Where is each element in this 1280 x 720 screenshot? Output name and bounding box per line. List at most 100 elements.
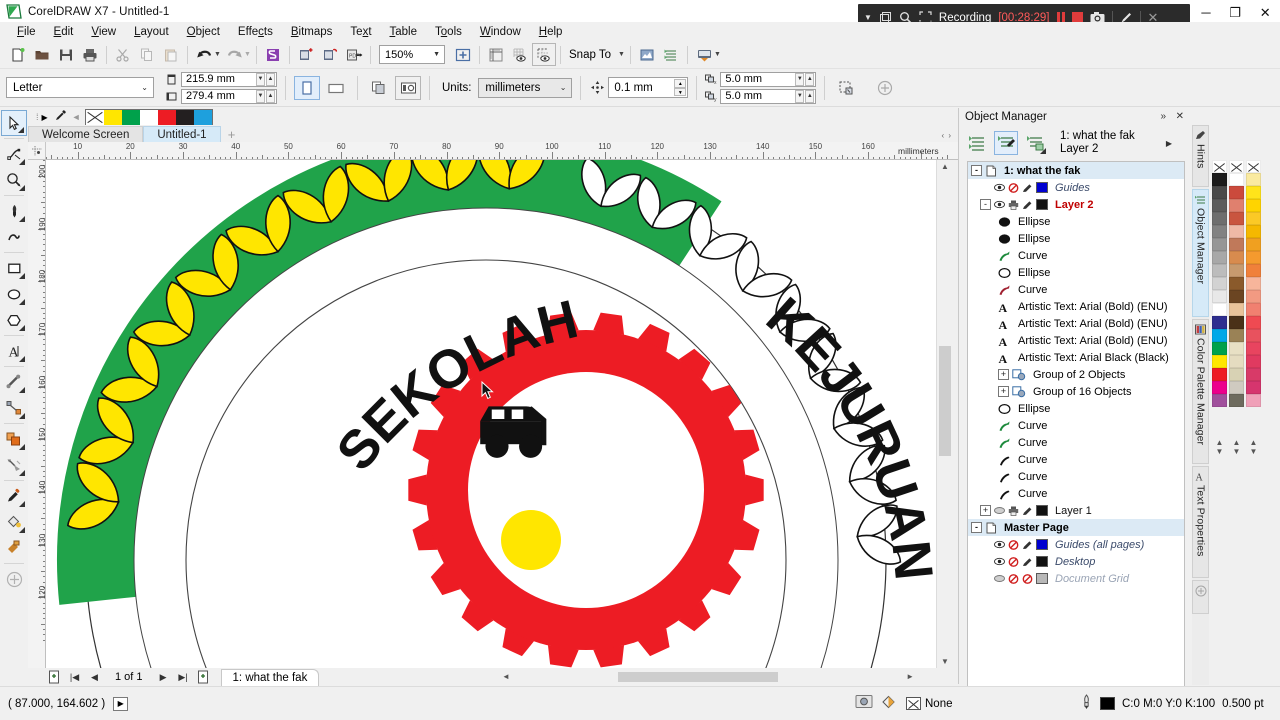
document-tab-untitled-1[interactable]: Untitled-1 [143,126,221,142]
palette-swatch[interactable] [1246,277,1261,290]
paper-type-combo[interactable]: Letter ⌄ [6,77,154,98]
chevron-right-icon[interactable]: ▶ [1166,139,1172,148]
color-palette-column-1[interactable] [1212,160,1227,407]
canvas-vscroll-thumb[interactable] [939,346,951,456]
last-page-icon[interactable]: ▶| [175,670,192,685]
palette-swatch[interactable] [1212,199,1227,212]
play-icon[interactable]: ▶ [113,696,129,711]
palette-swatch[interactable] [1229,251,1244,264]
visibility-toggle-icon[interactable] [994,506,1005,515]
expander-toggle[interactable]: - [971,522,982,533]
quick-swatch-1[interactable] [103,109,122,125]
drawing-canvas[interactable]: SEKOLAH KEJURUAN MENENGAH NEGERI 2 [46,160,944,668]
palette-swatch[interactable] [1212,316,1227,329]
object-manager-row[interactable]: Desktop [968,553,1184,570]
close-icon[interactable]: ✕ [1176,111,1184,122]
palette-swatch[interactable] [1246,316,1261,329]
scroll-left-icon[interactable]: ◄ [502,672,510,681]
printable-toggle-icon[interactable] [1008,506,1019,516]
redo-dropdown-icon[interactable]: ▼ [243,51,252,58]
palette-swatch[interactable] [1229,186,1244,199]
palette-swatch[interactable] [1229,381,1244,394]
nudge-spinners[interactable]: ▲ ▼ [674,79,687,96]
layer-color-swatch[interactable] [1036,182,1048,193]
outline-pen-icon[interactable] [1080,694,1093,713]
transparency-tool[interactable] [1,452,27,478]
open-folder-icon[interactable] [30,43,54,66]
new-master-layer-icon[interactable] [1023,131,1047,155]
next-page-icon[interactable]: ▶ [155,670,172,685]
minimize-button[interactable]: ─ [1201,6,1210,19]
menu-bitmaps[interactable]: Bitmaps [282,24,342,40]
ellipse-tool[interactable] [1,281,27,307]
docker-tab-text-properties[interactable]: A Text Properties [1192,466,1209,578]
palette-swatch[interactable] [1212,290,1227,303]
close-button[interactable]: ✕ [1260,6,1271,19]
object-manager-row[interactable]: Ellipse [968,400,1184,417]
object-manager-tree[interactable]: - 1: what the fak Guides - Layer 2 Ellipse Ell… [967,161,1185,720]
palette-swatch[interactable] [1212,186,1227,199]
quick-swatch-4[interactable] [157,109,176,125]
layer-color-swatch[interactable] [1036,505,1048,516]
scissors-icon[interactable] [111,43,135,66]
freehand-tool[interactable] [1,198,27,224]
quick-swatch-3[interactable] [139,109,158,125]
palette-swatch[interactable] [1229,238,1244,251]
fill-tool[interactable] [1,509,27,535]
palette-swatch[interactable] [1229,160,1244,173]
object-manager-row[interactable]: Curve [968,468,1184,485]
page-width-input[interactable]: 215.9 mm ▼ ▲ [181,71,277,87]
layer-color-swatch[interactable] [1036,199,1048,210]
printable-toggle-icon[interactable] [1008,573,1019,584]
object-manager-row[interactable]: Curve [968,485,1184,502]
chevron-down-icon[interactable]: ▼ [617,51,626,58]
object-manager-row[interactable]: Curve [968,281,1184,298]
canvas-vertical-scrollbar[interactable]: ▲ ▼ [936,160,952,668]
menu-window[interactable]: Window [471,24,530,40]
quick-swatch-6[interactable] [193,109,212,125]
docker-tab-add[interactable] [1192,580,1209,614]
editable-toggle-icon[interactable] [1022,557,1033,567]
menu-view[interactable]: View [82,24,125,40]
palette-swatch[interactable] [1229,394,1244,407]
object-manager-row[interactable]: - 1: what the fak [968,162,1184,179]
eyedropper-icon[interactable] [54,109,67,125]
export-icon[interactable] [318,43,342,66]
object-manager-icon[interactable] [659,43,683,66]
visibility-toggle-icon[interactable] [994,200,1005,209]
docker-tab-object-manager[interactable]: Object Manager [1192,189,1209,317]
palette-swatch[interactable] [1212,173,1227,186]
object-manager-row[interactable]: Ellipse [968,213,1184,230]
editable-toggle-icon[interactable] [1022,540,1033,550]
menu-effects[interactable]: Effects [229,24,282,40]
palette-scroll-up[interactable]: ▲ [1233,438,1241,447]
text-tool[interactable]: A [1,338,27,364]
palette-swatch[interactable] [1212,368,1227,381]
expander-toggle[interactable]: - [980,199,991,210]
scroll-left-icon[interactable]: ◄ [72,112,81,122]
horizontal-ruler[interactable]: 10 20 30 40 50 60 70 80 90 100 110 120 130 140 150 160 [46,142,958,160]
palette-swatch[interactable] [1246,355,1261,368]
landscape-orientation-icon[interactable] [323,76,349,100]
palette-swatch[interactable] [1212,251,1227,264]
rectangle-tool[interactable] [1,255,27,281]
menu-table[interactable]: Table [381,24,427,40]
fill-color-icon[interactable] [881,694,898,713]
chevron-down-icon[interactable]: ⌄ [141,83,148,92]
palette-swatch[interactable] [1212,394,1227,407]
layer-color-swatch[interactable] [1036,556,1048,567]
editable-toggle-icon[interactable] [1022,506,1033,516]
page-tab[interactable]: 1: what the fak [220,668,320,686]
parallel-dimension-tool[interactable] [1,369,27,395]
editable-toggle-icon[interactable] [1022,573,1033,584]
object-manager-row[interactable]: Curve [968,417,1184,434]
palette-swatch[interactable] [1212,303,1227,316]
document-preview-icon[interactable] [855,694,873,713]
visibility-toggle-icon[interactable] [994,557,1005,566]
copy-icon[interactable] [135,43,159,66]
add-page-end-icon[interactable] [195,670,212,685]
editable-toggle-icon[interactable] [1022,200,1033,210]
options-icon[interactable] [635,43,659,66]
expander-toggle[interactable]: - [971,165,982,176]
apply-to-current-page-icon[interactable] [395,75,421,100]
